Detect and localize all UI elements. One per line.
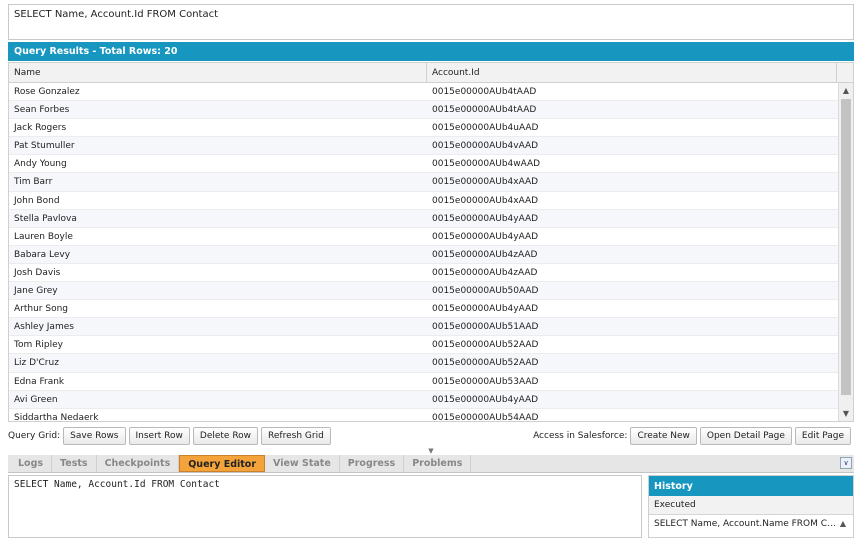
cell-name[interactable]: John Bond (9, 192, 427, 209)
table-row[interactable]: Edna Frank 0015e00000AUb53AAD (9, 373, 839, 391)
cell-name[interactable]: Stella Pavlova (9, 210, 427, 227)
edit-page-button[interactable]: Edit Page (794, 427, 851, 445)
cell-account-id[interactable]: 0015e00000AUb52AAD (427, 336, 839, 353)
table-row[interactable]: Stella Pavlova 0015e00000AUb4yAAD (9, 209, 839, 228)
cell-account-id[interactable]: 0015e00000AUb4xAAD (427, 192, 839, 209)
tab-view-state[interactable]: View State (265, 455, 340, 472)
table-row[interactable]: Pat Stumuller 0015e00000AUb4vAAD (9, 137, 839, 156)
tab-problems[interactable]: Problems (404, 455, 472, 472)
cell-name[interactable]: Josh Davis (9, 264, 427, 281)
cell-account-id[interactable]: 0015e00000AUb4uAAD (427, 119, 839, 136)
panel-splitter-handle[interactable]: ▼ (8, 447, 854, 455)
table-row[interactable]: Jack Rogers 0015e00000AUb4uAAD (9, 119, 839, 138)
table-row[interactable]: Ashley James 0015e00000AUb51AAD (9, 318, 839, 337)
cell-account-id[interactable]: 0015e00000AUb54AAD (427, 409, 839, 421)
scroll-up-icon[interactable]: ▲ (838, 519, 848, 530)
query-results-grid: Name Account.Id Rose Gonzalez 0015e00000A… (8, 62, 854, 422)
cell-account-id[interactable]: 0015e00000AUb4yAAD (427, 391, 839, 408)
create-new-button[interactable]: Create New (630, 427, 697, 445)
scroll-up-icon[interactable]: ▲ (839, 83, 853, 98)
tab-logs[interactable]: Logs (10, 455, 53, 472)
cell-account-id[interactable]: 0015e00000AUb4tAAD (427, 83, 839, 100)
collapse-panel-icon[interactable]: ∨ (840, 457, 852, 469)
history-title: History (649, 476, 853, 496)
cell-name[interactable]: Tim Barr (9, 173, 427, 190)
grid-rows: Rose Gonzalez 0015e00000AUb4tAAD Sean Forb… (9, 83, 839, 421)
cell-account-id[interactable]: 0015e00000AUb4yAAD (427, 300, 839, 317)
history-column-header: Executed (649, 496, 853, 515)
table-row[interactable]: Tim Barr 0015e00000AUb4xAAD (9, 173, 839, 192)
table-row[interactable]: Andy Young 0015e00000AUb4wAAD (9, 155, 839, 174)
scroll-thumb[interactable] (841, 99, 851, 395)
cell-account-id[interactable]: 0015e00000AUb4yAAD (427, 228, 839, 245)
table-row[interactable]: Jane Grey 0015e00000AUb50AAD (9, 282, 839, 301)
cell-name[interactable]: Jack Rogers (9, 119, 427, 136)
cell-account-id[interactable]: 0015e00000AUb52AAD (427, 354, 839, 371)
cell-name[interactable]: Ashley James (9, 318, 427, 335)
cell-name[interactable]: Pat Stumuller (9, 137, 427, 154)
history-column-executed: Executed (654, 500, 696, 510)
history-item[interactable]: SELECT Name, Account.Name FROM Contact ▲ (649, 515, 853, 534)
cell-name[interactable]: Lauren Boyle (9, 228, 427, 245)
cell-name[interactable]: Babara Levy (9, 246, 427, 263)
cell-account-id[interactable]: 0015e00000AUb50AAD (427, 282, 839, 299)
table-row[interactable]: Sean Forbes 0015e00000AUb4tAAD (9, 101, 839, 120)
table-row[interactable]: Liz D'Cruz 0015e00000AUb52AAD (9, 354, 839, 373)
cell-name[interactable]: Avi Green (9, 391, 427, 408)
cell-name[interactable]: Andy Young (9, 155, 427, 172)
table-row[interactable]: Lauren Boyle 0015e00000AUb4yAAD (9, 228, 839, 246)
cell-account-id[interactable]: 0015e00000AUb4wAAD (427, 155, 839, 172)
history-panel: History Executed SELECT Name, Account.Na… (648, 475, 854, 538)
query-grid-toolbar: Query Grid: Save Rows Insert Row Delete … (8, 426, 854, 446)
grid-header-row: Name Account.Id (9, 63, 853, 83)
cell-account-id[interactable]: 0015e00000AUb4zAAD (427, 264, 839, 281)
open-detail-page-button[interactable]: Open Detail Page (699, 427, 792, 445)
cell-name[interactable]: Arthur Song (9, 300, 427, 317)
table-row[interactable]: Josh Davis 0015e00000AUb4zAAD (9, 264, 839, 283)
cell-name[interactable]: Tom Ripley (9, 336, 427, 353)
query-results-header: Query Results - Total Rows: 20 (8, 42, 854, 61)
cell-account-id[interactable]: 0015e00000AUb4yAAD (427, 210, 839, 227)
column-header-name[interactable]: Name (9, 63, 427, 82)
query-editor-textarea[interactable]: SELECT Name, Account.Id FROM Contact (8, 475, 642, 538)
table-row[interactable]: Arthur Song 0015e00000AUb4yAAD (9, 300, 839, 319)
tab-query-editor[interactable]: Query Editor (179, 455, 266, 472)
cell-account-id[interactable]: 0015e00000AUb4vAAD (427, 137, 839, 154)
query-grid-label: Query Grid: (8, 431, 61, 441)
access-in-salesforce-label: Access in Salesforce: (533, 431, 628, 441)
refresh-grid-button[interactable]: Refresh Grid (261, 427, 331, 445)
cell-name[interactable]: Liz D'Cruz (9, 354, 427, 371)
cell-name[interactable]: Edna Frank (9, 373, 427, 390)
cell-account-id[interactable]: 0015e00000AUb4tAAD (427, 101, 839, 118)
cell-account-id[interactable]: 0015e00000AUb51AAD (427, 318, 839, 335)
column-header-spacer (837, 63, 853, 82)
grid-vertical-scrollbar[interactable]: ▲ ▼ (838, 83, 853, 421)
history-item-text: SELECT Name, Account.Name FROM Contact (654, 519, 838, 529)
tab-tests[interactable]: Tests (52, 455, 97, 472)
chevron-down-icon: ▼ (428, 447, 434, 455)
table-row[interactable]: Tom Ripley 0015e00000AUb52AAD (9, 336, 839, 355)
query-input[interactable]: SELECT Name, Account.Id FROM Contact (8, 4, 854, 40)
cell-account-id[interactable]: 0015e00000AUb4xAAD (427, 173, 839, 190)
cell-name[interactable]: Sean Forbes (9, 101, 427, 118)
table-row[interactable]: Siddartha Nedaerk 0015e00000AUb54AAD (9, 409, 839, 421)
table-row[interactable]: Avi Green 0015e00000AUb4yAAD (9, 390, 839, 409)
tab-progress[interactable]: Progress (340, 455, 405, 472)
cell-account-id[interactable]: 0015e00000AUb4zAAD (427, 246, 839, 263)
cell-account-id[interactable]: 0015e00000AUb53AAD (427, 373, 839, 390)
table-row[interactable]: John Bond 0015e00000AUb4xAAD (9, 192, 839, 210)
cell-name[interactable]: Jane Grey (9, 282, 427, 299)
delete-row-button[interactable]: Delete Row (192, 427, 259, 445)
cell-name[interactable]: Siddartha Nedaerk (9, 409, 427, 421)
table-row[interactable]: Babara Levy 0015e00000AUb4zAAD (9, 245, 839, 264)
tab-checkpoints[interactable]: Checkpoints (97, 455, 180, 472)
bottom-panel-tabs: Logs Tests Checkpoints Query Editor View Sta… (8, 455, 854, 473)
save-rows-button[interactable]: Save Rows (63, 427, 126, 445)
column-header-account-id[interactable]: Account.Id (427, 63, 837, 82)
table-row[interactable]: Rose Gonzalez 0015e00000AUb4tAAD (9, 83, 839, 102)
scroll-down-icon[interactable]: ▼ (839, 406, 853, 421)
insert-row-button[interactable]: Insert Row (128, 427, 190, 445)
cell-name[interactable]: Rose Gonzalez (9, 83, 427, 100)
